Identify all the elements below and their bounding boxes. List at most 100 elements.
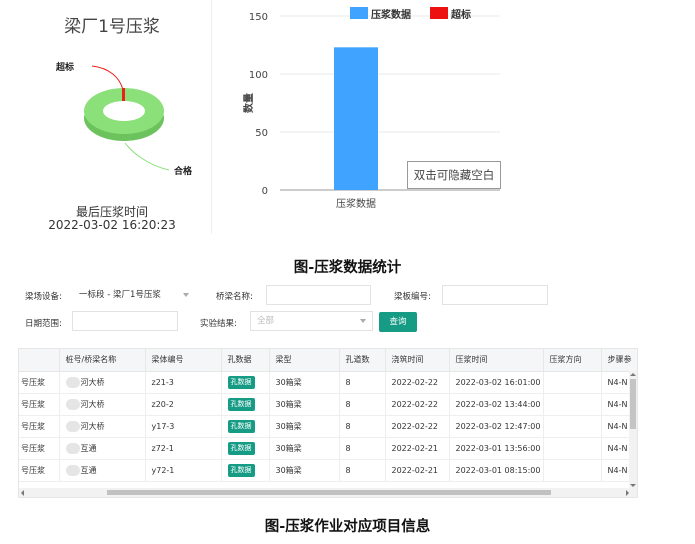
table-cell: 号压浆 [19,393,60,416]
col-header-pour-time[interactable]: 浇筑时间 [385,349,450,372]
result-select-placeholder: 全部 [257,316,275,326]
scroll-up-icon[interactable] [630,373,636,376]
table-row[interactable]: 号压浆 河大桥 z21-3 孔数据 30箱梁 8 2022-02-22 2022-03-02 … [19,371,637,394]
table-cell: 2022-03-02 13:44:00 [449,393,544,416]
tooltip-hide-blank[interactable]: 双击可隐藏空白 [407,161,501,189]
table-cell: 2022-03-02 12:47:00 [449,415,544,438]
table-row[interactable]: 号压浆 河大桥 y17-3 孔数据 30箱梁 8 2022-02-22 2022-03-02 … [19,415,637,438]
col-header-hole-data[interactable]: 孔数据 [221,349,270,372]
bar-series-0 [334,47,378,190]
table-cell: 互通 [59,459,146,482]
scroll-down-icon[interactable] [630,484,636,487]
table-cell: 孔数据 [221,437,270,460]
scroll-left-icon[interactable] [21,490,24,496]
table-cell: 号压浆 [19,371,60,394]
table-cell: 8 [339,437,386,460]
bridge-name-text: 互通 [80,465,97,475]
table-cell: 2022-02-22 [385,393,450,416]
redacted-mark [65,464,80,476]
hole-data-button[interactable]: 孔数据 [227,463,255,477]
col-header-direction[interactable]: 压浆方向 [543,349,602,372]
table-cell: y17-3 [145,415,222,438]
y-tick-label: 150 [249,12,268,23]
result-label: 实验结果: [200,319,237,329]
redacted-mark [65,420,80,432]
horizontal-scrollbar[interactable] [19,488,637,497]
bridge-name-text: 河大桥 [80,399,105,409]
table-cell: 河大桥 [59,371,146,394]
bridge-name-input[interactable] [266,285,371,305]
col-header-beam-no[interactable]: 梁体编号 [145,349,222,372]
y-tick-label: 50 [255,128,268,139]
hole-data-button[interactable]: 孔数据 [227,441,255,455]
y-axis-label: 数量 [242,93,255,113]
vertical-scrollbar[interactable] [629,371,637,489]
table-cell: 互通 [59,437,146,460]
col-header[interactable] [19,349,60,372]
chevron-down-icon [183,293,189,297]
caption-project: 图-压浆作业对应项目信息 [264,518,431,535]
table-cell: 号压浆 [19,459,60,482]
table-cell: 2022-03-01 13:56:00 [449,437,544,460]
table-row[interactable]: 号压浆 河大桥 z20-2 孔数据 30箱梁 8 2022-02-22 2022-03-02 … [19,393,637,416]
table-cell: 孔数据 [221,415,270,438]
table-cell: 30箱梁 [269,459,340,482]
table-cell: z21-3 [145,371,222,394]
date-range-label: 日期范围: [25,319,62,329]
table-cell: 8 [339,393,386,416]
chevron-down-icon [360,319,366,323]
table-cell: 2022-02-21 [385,459,450,482]
table-cell [543,393,602,416]
table-row[interactable]: 号压浆 互通 z72-1 孔数据 30箱梁 8 2022-02-21 2022-03-01 1… [19,437,637,460]
device-select[interactable]: 一标段 - 梁厂1号压浆 [72,285,196,305]
col-header-steps[interactable]: 步骤参 [601,349,637,372]
filter-form: 梁场设备: 一标段 - 梁厂1号压浆 桥梁名称: 梁板编号: 日期范围: 实验结… [18,282,638,342]
pie-card: 梁厂1号压浆 超标 合格 最后压浆时间 2022-03-02 16:20:23 [12,0,212,234]
date-range-input[interactable] [72,311,178,331]
table-cell: y72-1 [145,459,222,482]
donut-slice-over [122,88,125,101]
col-header-bridge[interactable]: 桩号/桥梁名称 [59,349,146,372]
query-button[interactable]: 查询 [379,312,417,332]
col-header-beam-type[interactable]: 梁型 [269,349,340,372]
redacted-mark [65,398,80,410]
table-header-row: 桩号/桥梁名称 梁体编号 孔数据 梁型 孔道数 浇筑时间 压浆时间 压浆方向 步… [19,349,637,372]
hole-data-button[interactable]: 孔数据 [227,419,255,433]
hole-data-button[interactable]: 孔数据 [227,375,255,389]
table-cell: 2022-02-22 [385,415,450,438]
table-cell [543,371,602,394]
leader-ok [124,142,170,171]
table-cell [543,415,602,438]
redacted-mark [65,442,80,454]
table-cell: 河大桥 [59,415,146,438]
bridge-name-text: 河大桥 [80,377,105,387]
beam-no-label: 梁板编号: [394,292,431,302]
vertical-scroll-thumb[interactable] [630,379,636,429]
y-tick-label: 0 [262,186,268,197]
table-cell: 号压浆 [19,437,60,460]
caption-stats: 图-压浆数据统计 [293,259,402,276]
device-select-value: 一标段 - 梁厂1号压浆 [79,290,161,300]
table-cell: 30箱梁 [269,415,340,438]
table-cell: 2022-03-01 08:15:00 [449,459,544,482]
col-header-hole-count[interactable]: 孔道数 [339,349,386,372]
table-cell: z72-1 [145,437,222,460]
table-cell: 孔数据 [221,371,270,394]
table-cell: 8 [339,415,386,438]
result-select[interactable]: 全部 [250,311,373,331]
donut-hole [103,101,145,121]
col-header-grout-time[interactable]: 压浆时间 [449,349,544,372]
horizontal-scroll-thumb[interactable] [107,490,551,495]
legend-label: 超标 [450,8,471,21]
table-cell [543,437,602,460]
x-category-label: 压浆数据 [336,197,376,210]
hole-data-button[interactable]: 孔数据 [227,397,255,411]
table-cell [543,459,602,482]
records-table: 桩号/桥梁名称 梁体编号 孔数据 梁型 孔道数 浇筑时间 压浆时间 压浆方向 步… [18,348,638,498]
beam-no-input[interactable] [442,285,548,305]
label-ok: 合格 [174,165,193,177]
scroll-right-icon[interactable] [626,490,629,496]
label-over: 超标 [55,61,74,73]
legend-label: 压浆数据 [371,8,411,21]
table-row[interactable]: 号压浆 互通 y72-1 孔数据 30箱梁 8 2022-02-21 2022-03-01 0… [19,459,637,482]
